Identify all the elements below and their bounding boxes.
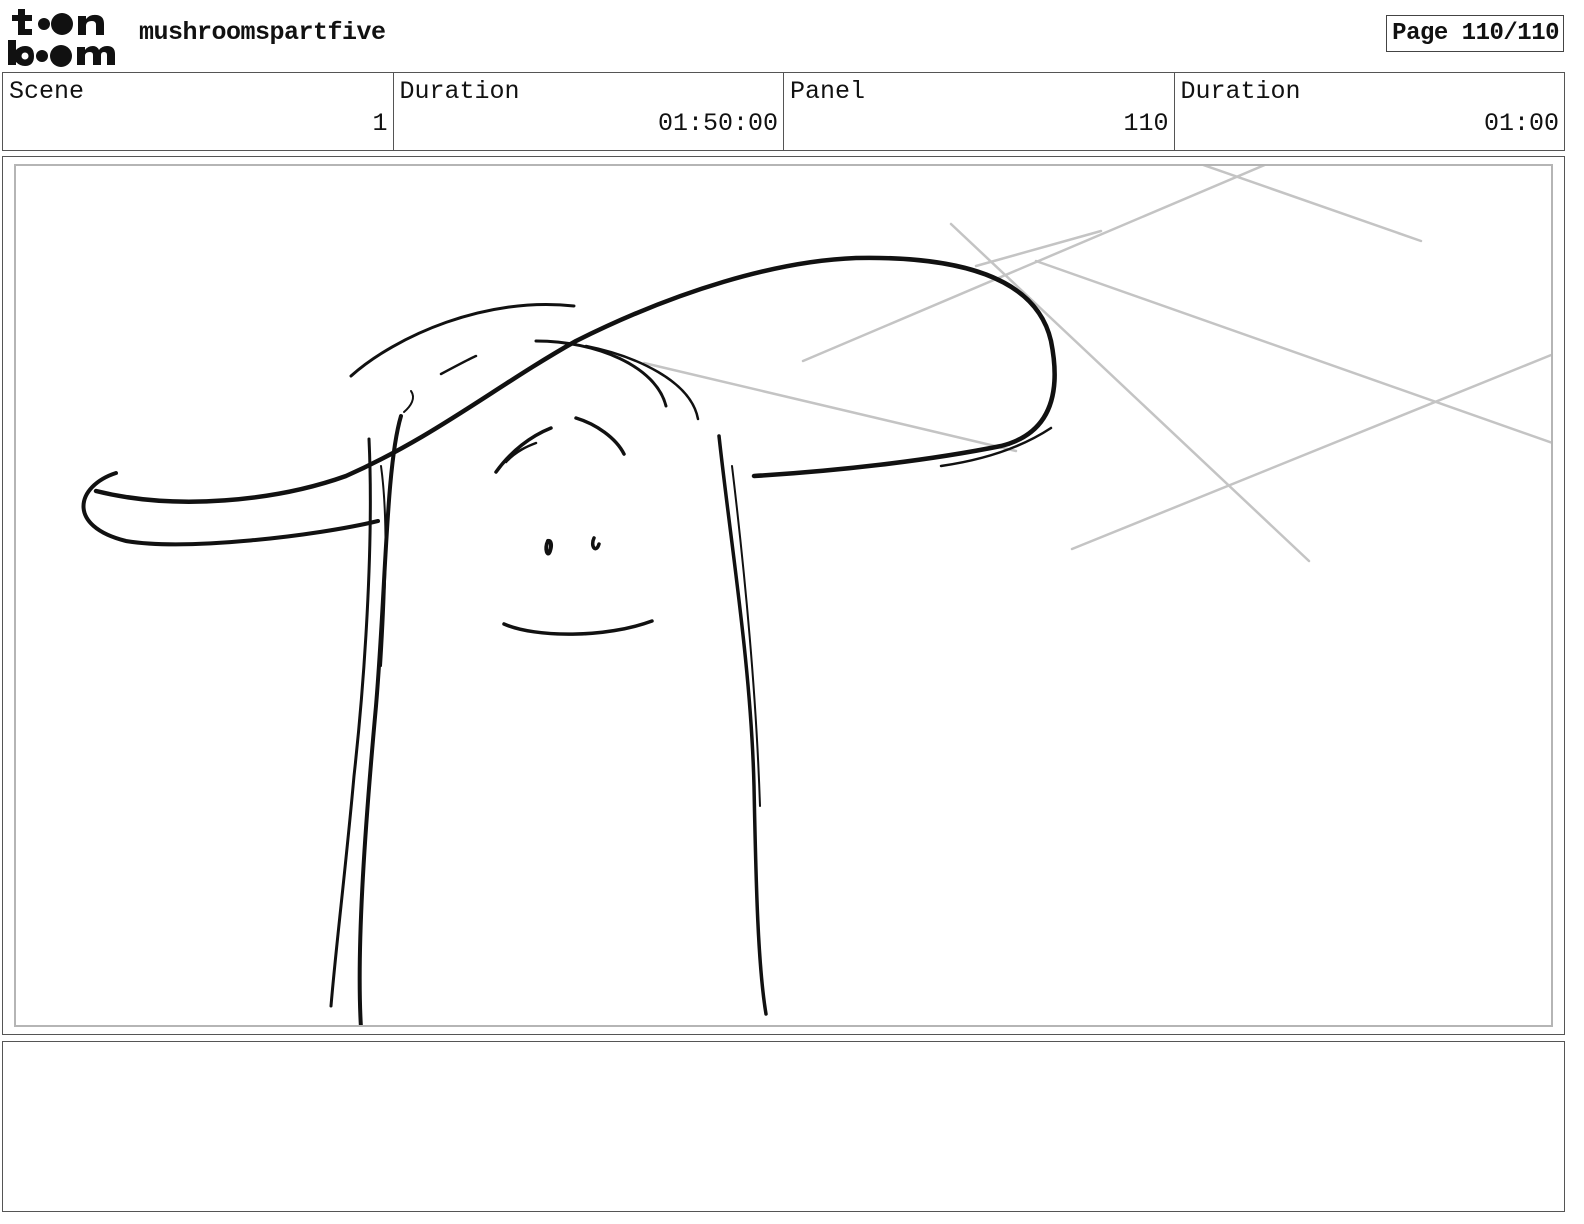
toon-boom-logo [6,6,118,68]
scene-duration-value: 01:50:00 [657,109,778,138]
page-indicator: Page 110/110 [1386,15,1564,52]
scene-label: Scene [9,77,85,106]
storyboard-sketch [81,166,1551,1025]
panel-duration-value: 01:00 [1483,109,1559,138]
panel-duration-label: Duration [1180,77,1301,106]
panel-duration-cell: Duration 01:00 [1175,73,1565,150]
panel-label: Panel [790,77,866,106]
scene-duration-label: Duration [399,77,520,106]
project-title: mushroomspartfive [139,18,386,47]
panel-value: 110 [1123,109,1169,138]
panel-cell: Panel 110 [784,73,1175,150]
scene-cell: Scene 1 [3,73,394,150]
scene-value: 1 [372,109,388,138]
mushroom-character-sketch [81,255,1057,1025]
storyboard-drawing-area [14,164,1553,1027]
storyboard-panel-frame [2,156,1565,1035]
perspective-guide-lines [642,166,1551,563]
panel-notes-area [2,1041,1565,1212]
panel-info-row: Scene 1 Duration 01:50:00 Panel 110 Dura… [2,72,1565,151]
scene-duration-cell: Duration 01:50:00 [394,73,784,150]
